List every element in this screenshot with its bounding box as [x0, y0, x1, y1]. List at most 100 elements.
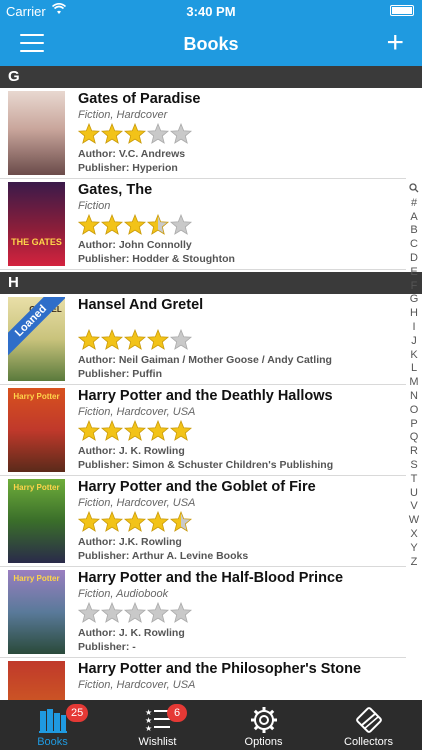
- index-letter[interactable]: W: [406, 514, 422, 528]
- add-book-button[interactable]: +: [386, 26, 404, 60]
- tab-collectors[interactable]: Collectors: [316, 700, 421, 750]
- book-row[interactable]: Harry Potter Harry Potter and the Deathl…: [0, 385, 406, 476]
- index-letter[interactable]: X: [406, 528, 422, 542]
- tab-options[interactable]: Options: [211, 700, 316, 750]
- star-icon: [100, 329, 124, 350]
- book-cover-image: [8, 91, 65, 175]
- index-letter[interactable]: R: [406, 445, 422, 459]
- book-cover-image: Harry Potter: [8, 388, 65, 472]
- loaned-ribbon: Loaned: [8, 297, 65, 356]
- book-row[interactable]: Harry Potter and the Philosopher's Stone…: [0, 658, 406, 700]
- index-letter[interactable]: F: [406, 280, 422, 294]
- book-cover-image: GRETEL Loaned: [8, 297, 65, 381]
- index-letter[interactable]: E: [406, 266, 422, 280]
- star-rating: [78, 420, 193, 441]
- book-row[interactable]: THE GATES Gates, The Fiction Author: Joh…: [0, 179, 406, 270]
- star-icon: [169, 214, 193, 235]
- book-genre: Fiction, Hardcover: [78, 109, 168, 121]
- book-author: Author: J. K. Rowling: [78, 627, 185, 639]
- book-title: Gates, The: [78, 182, 153, 198]
- navigation-bar: Books +: [0, 22, 422, 66]
- index-letter[interactable]: A: [406, 211, 422, 225]
- star-rating: [78, 214, 193, 235]
- tab-books[interactable]: 25 Books: [0, 700, 105, 750]
- index-letter[interactable]: D: [406, 252, 422, 266]
- book-title: Harry Potter and the Deathly Hallows: [78, 388, 333, 404]
- book-title: Harry Potter and the Half-Blood Prince: [78, 570, 344, 586]
- star-icon: [100, 123, 124, 144]
- menu-button[interactable]: [20, 34, 44, 52]
- star-icon: [78, 214, 101, 235]
- tab-label: Options: [244, 736, 283, 748]
- index-letter[interactable]: L: [406, 362, 422, 376]
- star-icon: [146, 511, 170, 532]
- book-title: Harry Potter and the Philosopher's Stone: [78, 661, 362, 677]
- book-cover-image: Harry Potter: [8, 570, 65, 654]
- book-row[interactable]: Harry Potter Harry Potter and the Goblet…: [0, 476, 406, 567]
- index-letter[interactable]: G: [406, 293, 422, 307]
- index-letter[interactable]: S: [406, 459, 422, 473]
- star-rating: [78, 602, 193, 623]
- book-genre: Fiction, Hardcover, USA: [78, 497, 196, 509]
- index-letter[interactable]: Z: [406, 556, 422, 570]
- book-genre: Fiction, Hardcover, USA: [78, 406, 196, 418]
- star-rating: [78, 123, 193, 144]
- book-cover-image: Harry Potter: [8, 479, 65, 563]
- index-letter[interactable]: Y: [406, 542, 422, 556]
- star-icon: [146, 602, 170, 623]
- book-publisher: Publisher: Hyperion: [78, 162, 178, 174]
- svg-text:★: ★: [145, 724, 152, 733]
- page-title: Books: [183, 34, 239, 54]
- gear-icon: [251, 707, 277, 733]
- collectors-icon: [356, 707, 382, 733]
- book-cover-image: THE GATES: [8, 182, 65, 266]
- star-rating: [78, 329, 193, 350]
- index-letter[interactable]: C: [406, 238, 422, 252]
- tab-label: Books: [37, 736, 68, 748]
- star-icon: [169, 329, 193, 350]
- index-letter[interactable]: U: [406, 487, 422, 501]
- alphabet-index[interactable]: # A B C D E F G H I J K L M N O P Q R S …: [406, 183, 422, 569]
- search-icon[interactable]: [406, 183, 422, 197]
- star-icon: [123, 123, 147, 144]
- star-icon: [169, 123, 193, 144]
- book-author: Author: Neil Gaiman / Mother Goose / And…: [78, 354, 332, 366]
- books-icon: [39, 709, 67, 733]
- star-icon: [146, 420, 170, 441]
- star-icon: [169, 602, 193, 623]
- book-row[interactable]: Harry Potter Harry Potter and the Half-B…: [0, 567, 406, 658]
- star-icon: [169, 511, 193, 532]
- star-icon: [123, 420, 147, 441]
- index-letter[interactable]: J: [406, 335, 422, 349]
- index-letter[interactable]: I: [406, 321, 422, 335]
- section-header-g: G: [0, 66, 422, 88]
- book-genre: Fiction, Audiobook: [78, 588, 169, 600]
- index-letter[interactable]: P: [406, 418, 422, 432]
- index-letter[interactable]: O: [406, 404, 422, 418]
- star-icon: [100, 511, 124, 532]
- book-row[interactable]: Gates of Paradise Fiction, Hardcover Aut…: [0, 88, 406, 179]
- index-letter[interactable]: B: [406, 224, 422, 238]
- index-letter[interactable]: T: [406, 473, 422, 487]
- index-letter[interactable]: M: [406, 376, 422, 390]
- book-cover-image: [8, 661, 65, 700]
- star-icon: [78, 123, 101, 144]
- star-icon: [146, 214, 170, 235]
- tab-label: Collectors: [344, 736, 393, 748]
- index-letter[interactable]: H: [406, 307, 422, 321]
- books-count-badge: 25: [66, 704, 89, 722]
- wishlist-count-badge: 6: [167, 704, 187, 722]
- star-icon: [123, 511, 147, 532]
- index-letter[interactable]: #: [406, 197, 422, 211]
- tab-wishlist[interactable]: ★ ★ ★ 6 Wishlist: [105, 700, 210, 750]
- index-letter[interactable]: V: [406, 500, 422, 514]
- tab-label: Wishlist: [138, 736, 177, 748]
- plus-icon: +: [386, 26, 404, 59]
- index-letter[interactable]: Q: [406, 431, 422, 445]
- book-publisher: Publisher: -: [78, 641, 136, 653]
- book-title: Gates of Paradise: [78, 91, 201, 107]
- book-author: Author: John Connolly: [78, 239, 192, 251]
- index-letter[interactable]: N: [406, 390, 422, 404]
- book-row[interactable]: GRETEL Loaned Hansel And Gretel Author: …: [0, 294, 406, 385]
- index-letter[interactable]: K: [406, 349, 422, 363]
